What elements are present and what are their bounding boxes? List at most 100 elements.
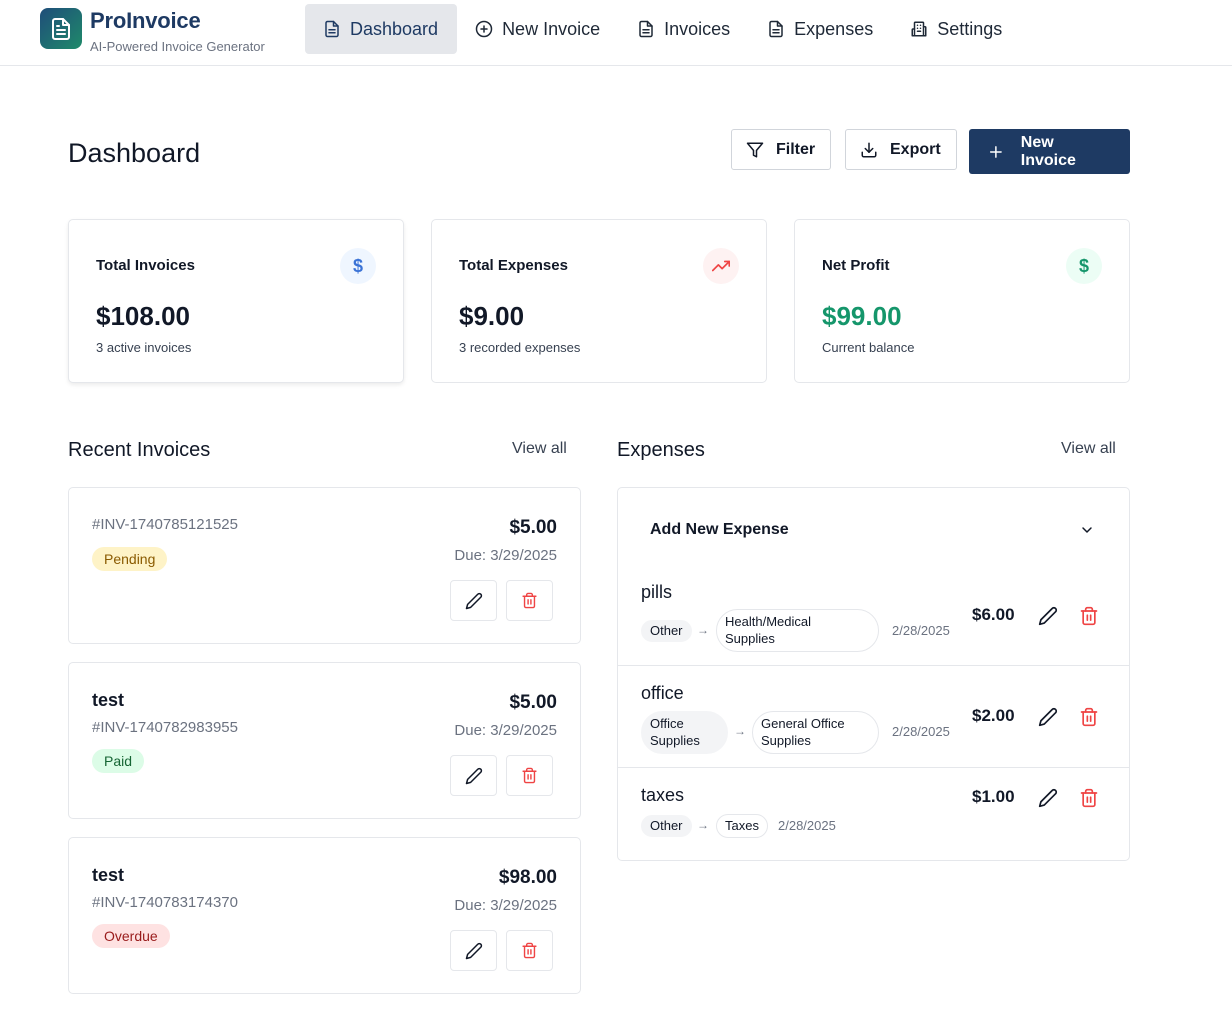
nav-item-settings[interactable]: Settings <box>892 4 1021 54</box>
stat-card-total-invoices: Total Invoices $ $108.00 3 active invoic… <box>68 219 404 383</box>
stat-value: $9.00 <box>459 301 525 331</box>
view-all-expenses-link[interactable]: View all <box>1061 440 1116 458</box>
expense-amount: $6.00 <box>972 605 1015 624</box>
subcategory-tag: Taxes <box>716 814 768 838</box>
subcategory-tag: General Office Supplies <box>752 711 879 754</box>
trash-icon[interactable] <box>1079 788 1099 808</box>
stat-label: Total Expenses <box>459 257 568 274</box>
page-title: Dashboard <box>68 138 201 168</box>
delete-invoice-button[interactable] <box>506 755 553 796</box>
status-badge: Paid <box>92 749 145 773</box>
stat-card-total-expenses: Total Expenses $9.00 3 recorded expenses <box>431 219 767 383</box>
expense-date: 2/28/2025 <box>778 818 836 833</box>
stat-value: $99.00 <box>822 301 902 331</box>
building-icon <box>911 21 927 37</box>
nav-item-dashboard[interactable]: Dashboard <box>305 4 458 54</box>
pencil-icon[interactable] <box>1038 788 1058 808</box>
expense-name: office <box>641 683 684 703</box>
filter-button[interactable]: Filter <box>731 129 831 170</box>
nav-item-label: Expenses <box>794 18 874 39</box>
expenses-title: Expenses <box>617 439 705 461</box>
document-icon <box>325 20 339 38</box>
expense-name: pills <box>641 582 673 602</box>
nav-item-label: Invoices <box>664 18 731 39</box>
nav-item-label: Dashboard <box>350 18 439 39</box>
stat-value: $108.00 <box>96 301 190 331</box>
trash-icon[interactable] <box>1079 707 1099 727</box>
invoice-card[interactable]: #INV-1740785121525 Pending $5.00 Due: 3/… <box>68 487 581 644</box>
pencil-icon <box>465 592 482 609</box>
document-icon <box>639 20 653 38</box>
invoice-number: #INV-1740782983955 <box>92 719 238 736</box>
edit-invoice-button[interactable] <box>450 580 497 621</box>
stat-subtext: 3 active invoices <box>96 340 192 355</box>
document-icon <box>769 20 783 38</box>
delete-invoice-button[interactable] <box>506 580 553 621</box>
plus-circle-icon <box>475 20 493 38</box>
trash-icon <box>522 592 537 609</box>
subcategory-tag: Health/Medical Supplies <box>716 609 879 652</box>
stat-label: Total Invoices <box>96 257 195 274</box>
invoice-number: #INV-1740785121525 <box>92 516 238 533</box>
edit-invoice-button[interactable] <box>450 930 497 971</box>
trash-icon[interactable] <box>1079 606 1099 626</box>
download-icon <box>861 142 877 157</box>
expense-amount: $2.00 <box>972 706 1015 725</box>
expense-row: taxes Other → Taxes 2/28/2025 $1.00 <box>618 768 1129 860</box>
pencil-icon[interactable] <box>1038 606 1058 626</box>
pencil-icon <box>465 767 482 784</box>
expense-row: office Office Supplies → General Office … <box>618 666 1129 768</box>
stat-subtext: Current balance <box>822 340 915 355</box>
invoice-name: test <box>92 865 125 885</box>
expense-name: taxes <box>641 785 685 805</box>
nav-item-new-invoice[interactable]: New Invoice <box>457 4 619 54</box>
brand-subtitle: AI-Powered Invoice Generator <box>90 39 265 54</box>
pencil-icon <box>465 942 482 959</box>
category-tag: Office Supplies <box>641 711 728 754</box>
nav-item-invoices[interactable]: Invoices <box>619 4 749 54</box>
delete-invoice-button[interactable] <box>506 930 553 971</box>
trash-icon <box>522 767 537 784</box>
invoice-due-date: Due: 3/29/2025 <box>454 547 557 564</box>
nav-item-label: New Invoice <box>502 18 601 39</box>
stat-subtext: 3 recorded expenses <box>459 340 581 355</box>
status-badge: Overdue <box>92 924 170 948</box>
chevron-down-icon[interactable] <box>1079 522 1095 538</box>
edit-invoice-button[interactable] <box>450 755 497 796</box>
filter-label: Filter <box>776 140 816 158</box>
app-logo[interactable] <box>40 8 82 49</box>
trending-up-icon <box>703 248 739 284</box>
filter-icon <box>746 142 764 157</box>
new-invoice-button[interactable]: New Invoice <box>969 129 1130 174</box>
recent-invoices-title: Recent Invoices <box>68 439 211 461</box>
nav-item-expenses[interactable]: Expenses <box>749 4 892 54</box>
trash-icon <box>522 942 537 959</box>
dollar-icon: $ <box>1066 248 1102 284</box>
expense-date: 2/28/2025 <box>892 623 950 638</box>
plus-icon <box>989 145 1002 158</box>
invoice-amount: $98.00 <box>498 867 557 888</box>
dollar-icon: $ <box>340 248 376 284</box>
pencil-icon[interactable] <box>1038 707 1058 727</box>
nav-item-label: Settings <box>937 18 1003 39</box>
invoice-card[interactable]: test #INV-1740782983955 Paid $5.00 Due: … <box>68 662 581 819</box>
invoice-amount: $5.00 <box>509 517 557 538</box>
view-all-invoices-link[interactable]: View all <box>512 440 567 458</box>
add-new-expense-toggle[interactable]: Add New Expense <box>650 521 789 539</box>
invoice-card[interactable]: test #INV-1740783174370 Overdue $98.00 D… <box>68 837 581 994</box>
stat-card-net-profit: Net Profit $ $99.00 Current balance <box>794 219 1130 383</box>
arrow-right-icon: → <box>734 724 746 738</box>
export-button[interactable]: Export <box>845 129 957 170</box>
arrow-right-icon: → <box>697 623 709 637</box>
document-icon <box>52 17 70 40</box>
expenses-panel: Add New Expense pills Other → Health/Med… <box>617 487 1130 861</box>
brand-title[interactable]: ProInvoice <box>90 8 201 34</box>
stat-label: Net Profit <box>822 257 890 274</box>
status-badge: Pending <box>92 547 168 571</box>
expense-row: pills Other → Health/Medical Supplies 2/… <box>618 568 1129 666</box>
invoice-name: test <box>92 690 125 710</box>
arrow-right-icon: → <box>697 818 709 832</box>
invoice-due-date: Due: 3/29/2025 <box>454 722 557 739</box>
category-tag: Other <box>641 815 692 837</box>
main-nav: Dashboard New Invoice Invoices Expenses … <box>305 4 1021 54</box>
